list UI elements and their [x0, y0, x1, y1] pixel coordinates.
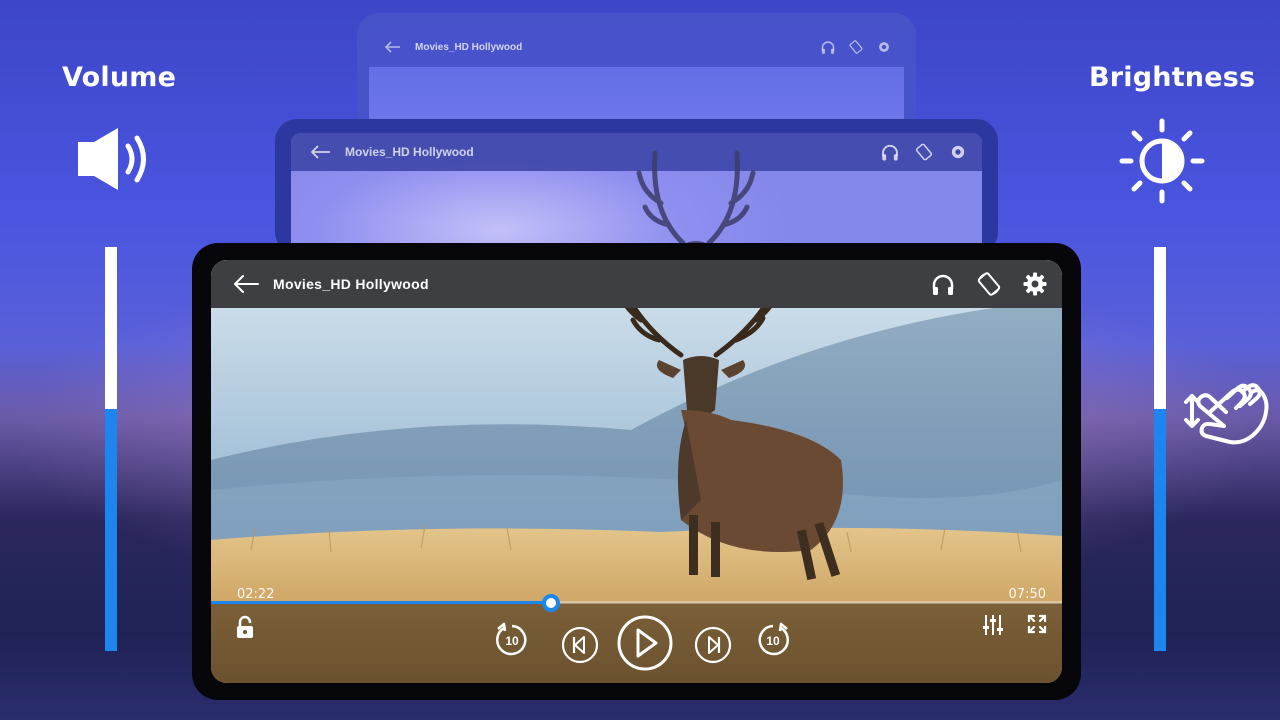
- arrow-left-icon: [385, 41, 400, 53]
- player-top-bar: Movies_HD Hollywood: [211, 260, 1062, 308]
- svg-text:10: 10: [505, 634, 519, 648]
- headphones-icon[interactable]: [930, 271, 956, 297]
- equalizer-icon[interactable]: [982, 613, 1004, 637]
- replay-10-icon[interactable]: 10: [492, 620, 532, 660]
- seek-progress: [211, 601, 552, 604]
- background-tablet-middle: Movies_HD Hollywood: [275, 119, 998, 254]
- video-player-device: Movies_HD Hollywood 02:22 07:50 10 10: [192, 243, 1081, 700]
- arrow-left-icon: [311, 145, 330, 159]
- svg-text:10: 10: [766, 634, 780, 648]
- swipe-hand-icon: [1184, 383, 1269, 445]
- screen-rotate-icon[interactable]: [976, 271, 1002, 297]
- gear-icon: [879, 42, 889, 52]
- brightness-slider[interactable]: [1154, 247, 1166, 651]
- lock-icon[interactable]: [235, 615, 255, 639]
- skip-previous-icon[interactable]: [560, 625, 600, 665]
- background-tablet-back: Movies_HD Hollywood: [357, 13, 916, 133]
- total-time: 07:50: [1008, 587, 1046, 602]
- gear-icon[interactable]: [1022, 271, 1048, 297]
- volume-level-fill: [105, 408, 117, 651]
- gear-icon: [951, 145, 965, 159]
- speaker-icon: [78, 128, 146, 190]
- brightness-icon: [1119, 118, 1205, 204]
- skip-next-icon[interactable]: [693, 625, 733, 665]
- ghost-title: Movies_HD Hollywood: [415, 41, 523, 53]
- current-time: 02:22: [237, 587, 275, 602]
- video-title: Movies_HD Hollywood: [273, 276, 429, 292]
- play-icon[interactable]: [615, 613, 675, 673]
- headphones-icon: [821, 41, 835, 54]
- fullscreen-icon[interactable]: [1027, 614, 1047, 634]
- arrow-left-icon[interactable]: [233, 274, 259, 294]
- brightness-label: Brightness: [1089, 62, 1256, 93]
- deer-silhouette: [636, 150, 756, 254]
- brightness-level-fill: [1154, 408, 1166, 651]
- volume-label: Volume: [62, 62, 177, 93]
- screen-rotate-icon: [849, 40, 863, 54]
- seek-bar[interactable]: [211, 594, 1062, 612]
- ghost-title: Movies_HD Hollywood: [345, 145, 474, 159]
- video-screen[interactable]: Movies_HD Hollywood 02:22 07:50 10 10: [211, 260, 1062, 683]
- forward-10-icon[interactable]: 10: [753, 620, 793, 660]
- screen-rotate-icon: [915, 143, 933, 161]
- headphones-icon: [882, 144, 898, 161]
- volume-slider[interactable]: [105, 247, 117, 651]
